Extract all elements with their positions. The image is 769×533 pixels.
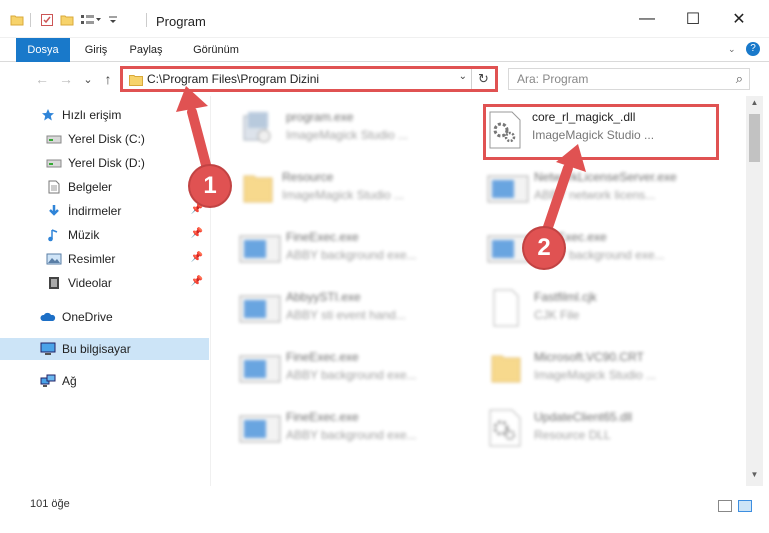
sidebar-item-downloads[interactable]: İndirmeler 📌 (0, 200, 209, 222)
maximize-button[interactable]: ☐ (670, 0, 716, 38)
forward-button[interactable]: → (58, 70, 74, 88)
list-item[interactable]: Microsoft.VC90.CRT ImageMagick Studio ..… (486, 344, 726, 398)
drive-icon (46, 155, 62, 171)
status-bar: 101 öğe (0, 492, 769, 516)
highlight-frame (483, 104, 719, 160)
toolbar-dropdown-icon[interactable] (108, 11, 118, 29)
minimize-button[interactable]: — (624, 0, 670, 38)
sidebar-item-music[interactable]: Müzik 📌 (0, 224, 209, 246)
folder-icon (238, 168, 278, 208)
up-button[interactable]: ↑ (100, 70, 116, 88)
picture-icon (46, 251, 62, 267)
address-dropdown-icon[interactable]: ⌄ (459, 71, 467, 82)
app-window-icon (486, 168, 529, 208)
recent-locations-button[interactable]: ⌄ (80, 70, 96, 88)
search-input[interactable]: Ara: Program (517, 72, 588, 86)
app-window-icon (238, 228, 281, 268)
navigation-pane: Hızlı erişim Yerel Disk (C:) Yerel Disk … (0, 96, 211, 486)
scroll-thumb[interactable] (749, 114, 760, 162)
step-1-badge: 1 (190, 166, 230, 206)
help-icon[interactable]: ? (746, 42, 760, 56)
customize-toolbar-icon[interactable] (80, 11, 102, 29)
computer-icon (40, 341, 56, 357)
close-button[interactable]: ✕ (716, 0, 762, 38)
address-path[interactable]: C:\Program Files\Program Dizini (147, 72, 319, 86)
app-window-icon (486, 228, 529, 268)
window-title: Program (156, 14, 206, 29)
download-icon (46, 203, 62, 219)
tab-home[interactable]: Giriş (76, 38, 116, 62)
sidebar-item-local-disk-d[interactable]: Yerel Disk (D:) (0, 152, 209, 174)
file-list: program.exe ImageMagick Studio ... Resou… (212, 96, 746, 486)
ribbon-tabs: Dosya Giriş Paylaş Görünüm ⌄ ? (0, 38, 769, 62)
ribbon-expand-icon[interactable]: ⌄ (728, 44, 736, 55)
new-folder-icon[interactable] (60, 11, 74, 29)
list-item[interactable]: Resource ImageMagick Studio ... (238, 164, 478, 218)
scroll-up-icon[interactable]: ▲ (746, 98, 763, 112)
folder-icon (486, 348, 526, 388)
list-item[interactable]: Fastfilml.cjk CJK File (486, 284, 726, 338)
title-bar: Program — ☐ ✕ (0, 0, 769, 38)
sidebar-item-onedrive[interactable]: OneDrive (0, 306, 209, 328)
tiles-view-icon[interactable] (738, 500, 752, 512)
setup-icon (238, 108, 278, 148)
network-icon (40, 373, 56, 389)
address-bar[interactable]: C:\Program Files\Program Dizini ⌄ ↻ (120, 66, 498, 92)
search-icon[interactable]: ⌕ (736, 71, 743, 87)
list-item[interactable]: FineExec.exe ABBY background exe... (238, 344, 478, 398)
blank-file-icon (486, 288, 526, 328)
list-item[interactable]: FineExec.exe ABBY background exe... (238, 404, 478, 458)
sidebar-item-documents[interactable]: Belgeler (0, 176, 209, 198)
list-item[interactable]: UpdateClient65.dll Resource DLL (486, 404, 726, 458)
back-button[interactable]: ← (34, 70, 50, 88)
drive-icon (46, 131, 62, 147)
tab-share[interactable]: Paylaş (120, 38, 172, 62)
app-window-icon (238, 348, 281, 388)
properties-icon[interactable] (40, 11, 54, 29)
list-item[interactable]: FineExec.exe ABBY background exe... (238, 224, 478, 278)
folder-icon (129, 74, 143, 89)
list-item[interactable]: FineExec.exe ABBY background exe... (486, 224, 726, 278)
music-icon (46, 227, 62, 243)
vertical-scrollbar[interactable]: ▲ ▼ (746, 96, 763, 486)
list-item[interactable]: program.exe ImageMagick Studio ... (238, 104, 478, 158)
app-window-icon (238, 288, 281, 328)
star-icon (40, 107, 56, 123)
sidebar-item-quick-access[interactable]: Hızlı erişim (0, 104, 209, 126)
dll-gear-icon (486, 408, 526, 448)
sidebar-item-pictures[interactable]: Resimler 📌 (0, 248, 209, 270)
quick-access-folder-icon[interactable] (10, 11, 24, 29)
tab-file[interactable]: Dosya (16, 38, 70, 62)
document-icon (46, 179, 62, 195)
app-window-icon (238, 408, 281, 448)
pin-icon[interactable]: 📌 (191, 204, 203, 215)
list-item[interactable]: AbbyySTI.exe ABBY sti event hand... (238, 284, 478, 338)
list-item[interactable]: NetworkLicenseServer.exe ABBY network li… (486, 164, 726, 218)
search-box[interactable]: Ara: Program ⌕ (508, 68, 750, 90)
quick-access-divider (30, 13, 31, 27)
step-2-badge: 2 (524, 228, 564, 268)
tab-view[interactable]: Görünüm (180, 38, 252, 62)
sidebar-item-videos[interactable]: Videolar 📌 (0, 272, 209, 294)
sidebar-item-local-disk-c[interactable]: Yerel Disk (C:) (0, 128, 209, 150)
pin-icon[interactable]: 📌 (191, 276, 203, 287)
sidebar-item-network[interactable]: Ağ (0, 370, 209, 392)
details-view-icon[interactable] (718, 500, 732, 512)
scroll-down-icon[interactable]: ▼ (746, 470, 763, 484)
navigation-bar: ← → ⌄ ↑ C:\Program Files\Program Dizini … (0, 62, 769, 96)
refresh-button[interactable]: ↻ (471, 69, 495, 89)
title-divider (146, 13, 147, 27)
pin-icon[interactable]: 📌 (191, 228, 203, 239)
pin-icon[interactable]: 📌 (191, 252, 203, 263)
video-icon (46, 275, 62, 291)
cloud-icon (40, 309, 56, 325)
sidebar-item-this-pc[interactable]: Bu bilgisayar (0, 338, 209, 360)
item-count: 101 öğe (30, 498, 70, 510)
